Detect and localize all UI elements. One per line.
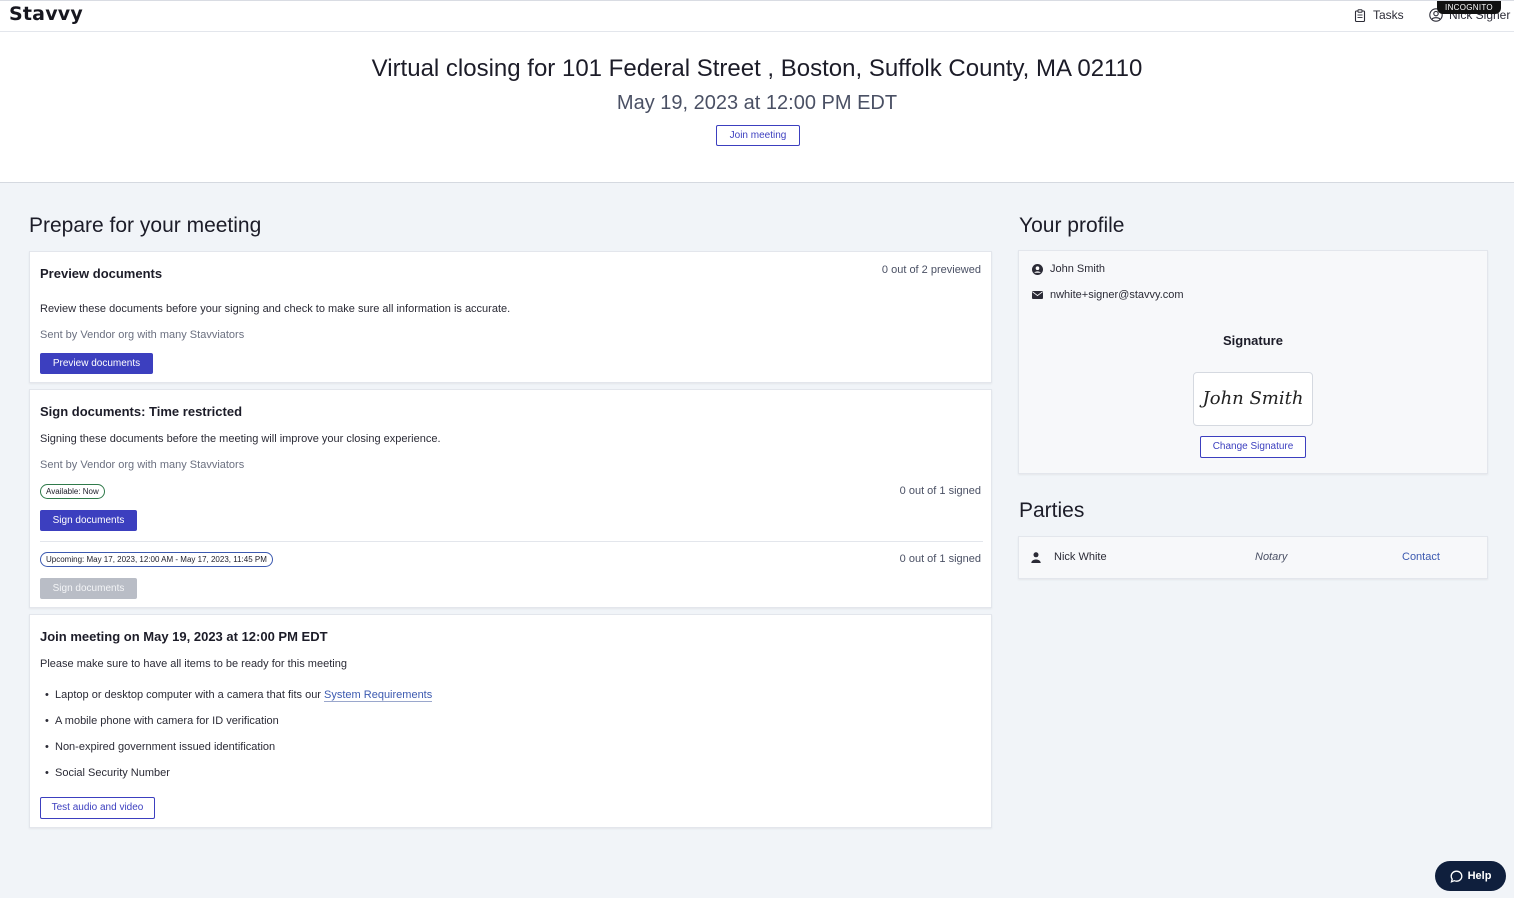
meeting-card-title: Join meeting on May 19, 2023 at 12:00 PM… (40, 629, 328, 644)
sign-sender: Sent by Vendor org with many Stavviators (40, 459, 245, 471)
join-meeting-card: Join meeting on May 19, 2023 at 12:00 PM… (29, 614, 992, 828)
preview-documents-button[interactable]: Preview documents (40, 353, 153, 374)
sign-documents-button-disabled: Sign documents (40, 578, 137, 599)
incognito-badge: INCOGNITO (1437, 1, 1501, 14)
preview-documents-card: Preview documents 0 out of 2 previewed R… (29, 251, 992, 383)
profile-card: John Smith nwhite+signer@stavvy.com Sign… (1018, 250, 1488, 474)
profile-email: nwhite+signer@stavvy.com (1050, 289, 1184, 301)
test-audio-video-button[interactable]: Test audio and video (40, 797, 155, 819)
sign-status-available: 0 out of 1 signed (899, 485, 981, 497)
meeting-description: Please make sure to have all items to be… (40, 658, 347, 670)
requirement-item: Social Security Number (45, 767, 170, 779)
sign-divider (40, 541, 983, 542)
signature-heading: Signature (1223, 333, 1283, 348)
page-title: Virtual closing for 101 Federal Street ,… (371, 55, 1143, 82)
preview-card-title: Preview documents (40, 266, 163, 281)
help-button[interactable]: Help (1435, 861, 1506, 891)
requirement-item: Non-expired government issued identifica… (45, 741, 275, 753)
user-circle-solid-icon (1032, 264, 1043, 275)
parties-heading: Parties (1019, 499, 1085, 522)
sign-documents-card: Sign documents: Time restricted Signing … (29, 389, 992, 608)
join-meeting-button[interactable]: Join meeting (716, 125, 800, 146)
nav-tasks[interactable]: Tasks (1354, 8, 1404, 22)
system-requirements-link[interactable]: System Requirements (324, 689, 433, 702)
preview-status: 0 out of 2 previewed (881, 264, 981, 276)
available-badge: Available: Now (40, 484, 105, 499)
sign-status-upcoming: 0 out of 1 signed (899, 553, 981, 565)
profile-name: John Smith (1050, 263, 1106, 275)
party-name: Nick White (1054, 551, 1107, 563)
closing-date: May 19, 2023 at 12:00 PM EDT (616, 92, 898, 114)
signature-preview: John Smith (1193, 372, 1313, 426)
preview-description: Review these documents before your signi… (40, 303, 511, 315)
requirement-item: Laptop or desktop computer with a camera… (45, 689, 433, 702)
person-icon (1031, 552, 1041, 563)
party-role: Notary (1255, 551, 1288, 563)
parties-card: Nick White Notary Contact (1018, 536, 1488, 579)
requirement-item: A mobile phone with camera for ID verifi… (45, 715, 279, 727)
requirement-text: Laptop or desktop computer with a camera… (55, 689, 325, 701)
prepare-heading: Prepare for your meeting (29, 214, 262, 237)
profile-heading: Your profile (1019, 214, 1125, 237)
sign-card-title: Sign documents: Time restricted (40, 404, 243, 419)
closing-header: Virtual closing for 101 Federal Street ,… (0, 32, 1514, 183)
party-contact-link[interactable]: Contact (1402, 551, 1440, 563)
chat-bubble-icon (1450, 870, 1463, 883)
clipboard-icon (1354, 8, 1366, 22)
sign-documents-button[interactable]: Sign documents (40, 510, 137, 531)
change-signature-button[interactable]: Change Signature (1200, 436, 1306, 458)
sign-description: Signing these documents before the meeti… (40, 433, 441, 445)
help-label: Help (1467, 870, 1492, 882)
upcoming-badge: Upcoming: May 17, 2023, 12:00 AM - May 1… (40, 552, 273, 567)
stavvy-logo[interactable]: Stavvy (9, 3, 83, 25)
tasks-label: Tasks (1373, 8, 1404, 22)
preview-sender: Sent by Vendor org with many Stavviators (40, 329, 245, 341)
envelope-icon (1032, 291, 1043, 299)
top-nav: Stavvy Tasks Nick Signer INCOGNITO (0, 0, 1514, 32)
